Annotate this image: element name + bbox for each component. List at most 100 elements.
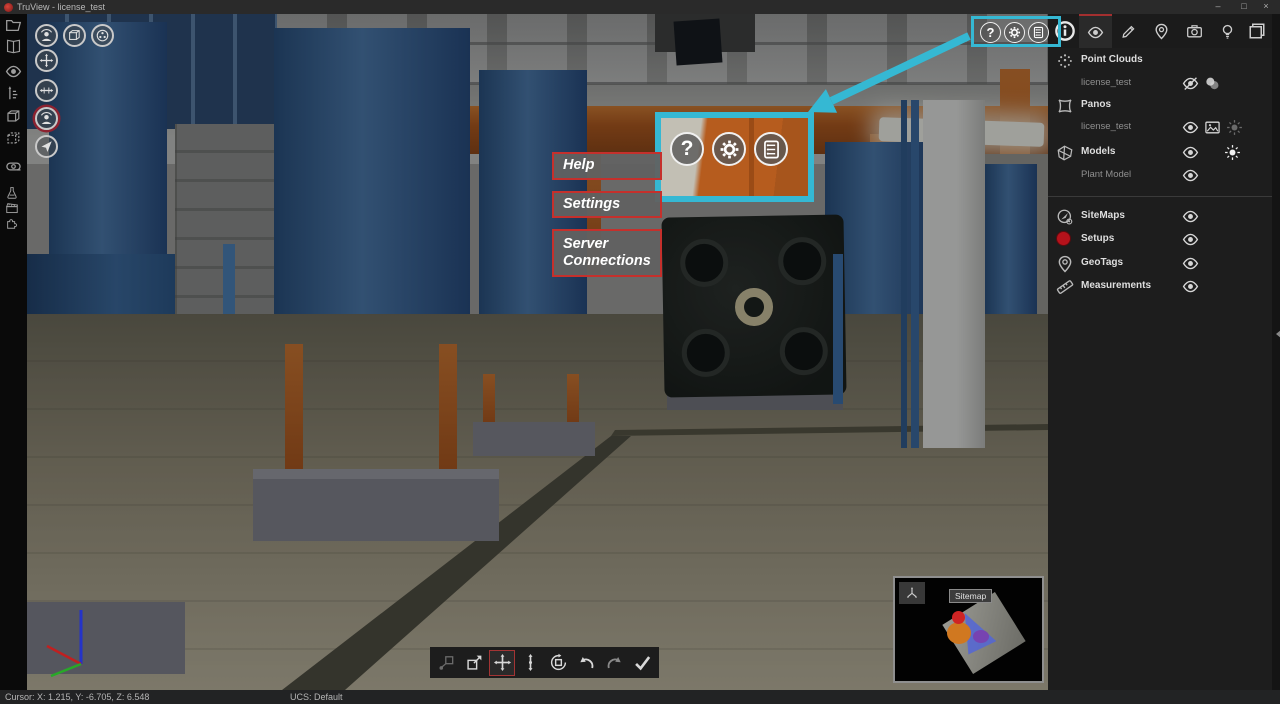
layer-row-models[interactable]: Models: [1048, 142, 1272, 164]
viewport-3d-scene[interactable]: Sitemap: [27, 14, 1048, 690]
layer-row-pointcloud-item[interactable]: license_test: [1048, 73, 1272, 95]
undo-icon: [577, 653, 596, 672]
brightness-icon[interactable]: [1226, 119, 1243, 136]
cube-view-button[interactable]: [63, 24, 86, 47]
tab-lighting[interactable]: [1211, 14, 1244, 48]
eye-icon[interactable]: [1182, 208, 1199, 225]
tab-geotags[interactable]: [1145, 14, 1178, 48]
person-icon: [39, 28, 54, 43]
minimap-tooltip: Sitemap: [949, 589, 992, 603]
pano-book-icon[interactable]: [5, 38, 22, 55]
eye-icon[interactable]: [1182, 167, 1199, 184]
confirm-button[interactable]: [629, 650, 655, 676]
cube-icon: [67, 28, 82, 43]
eye-off-icon[interactable]: [1182, 75, 1199, 92]
settings-button-zoomed[interactable]: [712, 132, 746, 166]
zoomed-callout-inset: ?: [655, 112, 814, 202]
server-connections-button-zoomed[interactable]: [754, 132, 788, 166]
left-toolbar: [0, 14, 27, 690]
selection-cube-icon[interactable]: [5, 130, 22, 147]
row-label: Panos: [1081, 99, 1111, 110]
eye-icon[interactable]: [1182, 119, 1199, 136]
cursor-coordinates: Cursor: X: 1.215, Y: -6.705, Z: 6.548: [5, 692, 149, 702]
brightness-icon[interactable]: [1224, 144, 1241, 161]
elevate-button[interactable]: [517, 650, 543, 676]
pin-icon: [1153, 23, 1170, 40]
tab-visibility[interactable]: [1079, 14, 1112, 48]
fly-navigation-button[interactable]: [35, 135, 58, 158]
window-title: TruView - license_test: [17, 0, 105, 14]
panel-divider: [1048, 196, 1272, 197]
eye-icon[interactable]: [1182, 255, 1199, 272]
layer-row-measurements[interactable]: Measurements: [1048, 276, 1272, 298]
pick-points-button[interactable]: [433, 650, 459, 676]
gizmo-icon: [905, 586, 919, 600]
layers-icon[interactable]: [1247, 21, 1267, 41]
panel-header: [1048, 14, 1280, 48]
inset-column-detail: [749, 118, 754, 196]
layer-row-panos[interactable]: Panos: [1048, 95, 1272, 117]
close-button[interactable]: ×: [1256, 0, 1276, 14]
row-label: license_test: [1081, 121, 1131, 132]
sitemap-icon: [1056, 208, 1074, 226]
callout-label-help: Help: [552, 152, 662, 180]
cube-view-icon[interactable]: [5, 108, 22, 125]
measure-axis-icon[interactable]: [5, 85, 22, 102]
app-window: TruView - license_test – □ ×: [0, 0, 1280, 704]
geotag-pin-icon: [1056, 255, 1074, 273]
eye-icon[interactable]: [1182, 231, 1199, 248]
panel-collapse-strip[interactable]: [1272, 14, 1280, 690]
maximize-button[interactable]: □: [1234, 0, 1254, 14]
scale-button[interactable]: [461, 650, 487, 676]
undo-button[interactable]: [573, 650, 599, 676]
checkmark-icon: [633, 653, 652, 672]
layer-row-setups[interactable]: Setups: [1048, 229, 1272, 251]
move-button-selected[interactable]: [489, 650, 515, 676]
pan-move-button[interactable]: [35, 49, 58, 72]
pano-view-button[interactable]: [35, 24, 58, 47]
help-button-zoomed[interactable]: ?: [670, 132, 704, 166]
open-folder-icon[interactable]: [5, 17, 22, 34]
tab-snapshots[interactable]: [1178, 14, 1211, 48]
row-label: Models: [1081, 146, 1115, 157]
point-cloud-icon: [1056, 52, 1074, 70]
layer-row-pano-item[interactable]: license_test: [1048, 117, 1272, 139]
tab-markup[interactable]: [1112, 14, 1145, 48]
horizontal-move-button[interactable]: [35, 79, 58, 102]
pencil-icon: [1120, 23, 1137, 40]
visibility-icon[interactable]: [5, 63, 22, 80]
clapperboard-icon[interactable]: [5, 201, 19, 215]
tape-measure-icon[interactable]: [5, 158, 22, 175]
rotate-button[interactable]: [545, 650, 571, 676]
row-label: Setups: [1081, 233, 1114, 244]
pano-mode-active-button[interactable]: [35, 107, 58, 130]
camera-icon: [1186, 23, 1203, 40]
redo-button[interactable]: [601, 650, 627, 676]
colors-icon[interactable]: [1204, 75, 1221, 92]
eye-icon[interactable]: [1182, 278, 1199, 295]
vertical-move-icon: [521, 653, 540, 672]
layer-row-point-clouds[interactable]: Point Clouds: [1048, 50, 1272, 72]
row-label: SiteMaps: [1081, 210, 1125, 221]
row-label: license_test: [1081, 77, 1131, 88]
scale-icon: [465, 653, 484, 672]
ucs-indicator: UCS: Default: [290, 692, 343, 702]
server-icon: [761, 139, 782, 160]
layer-row-geotags[interactable]: GeoTags: [1048, 253, 1272, 275]
plugins-icon[interactable]: [5, 216, 19, 230]
layer-row-sitemaps[interactable]: SiteMaps: [1048, 206, 1272, 228]
minimap-purple-blob: [973, 630, 989, 643]
image-icon[interactable]: [1204, 119, 1221, 136]
callout-label-server-connections: Server Connections: [552, 229, 662, 277]
minimize-button[interactable]: –: [1208, 0, 1228, 14]
minimap-gizmo-button[interactable]: [899, 582, 925, 604]
minimap[interactable]: Sitemap: [893, 576, 1044, 683]
eye-icon[interactable]: [1182, 144, 1199, 161]
setup-dot-icon: [1056, 231, 1071, 246]
model-icon: [1056, 144, 1074, 162]
lab-report-icon[interactable]: [5, 186, 19, 200]
lightbulb-icon: [1219, 23, 1236, 40]
move-icon: [493, 653, 512, 672]
sphere-view-button[interactable]: [91, 24, 114, 47]
layer-row-plant-model[interactable]: Plant Model: [1048, 165, 1272, 187]
